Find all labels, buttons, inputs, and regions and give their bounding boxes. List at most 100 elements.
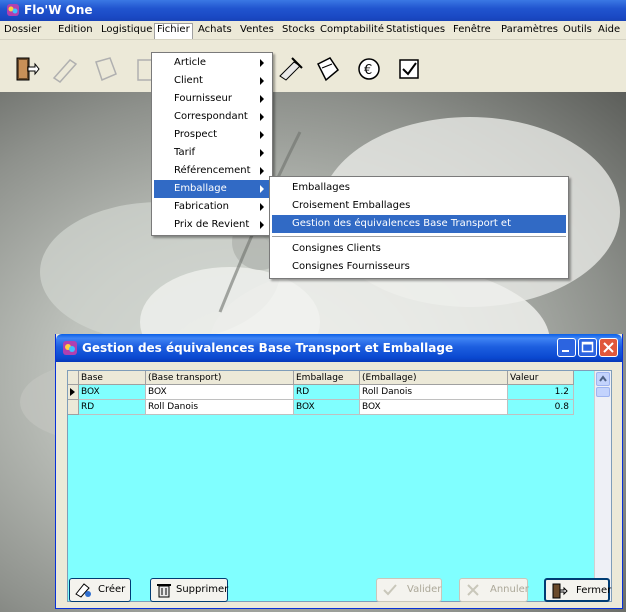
submenu-item-consignes-clients[interactable]: Consignes Clients xyxy=(272,240,566,258)
supprimer-button[interactable]: Supprimer xyxy=(150,578,228,602)
column-header-base-transport-desc[interactable]: (Base transport) xyxy=(146,371,294,385)
table-cell: Roll Danois xyxy=(360,385,508,400)
menu-edition[interactable]: Edition xyxy=(58,24,93,38)
euro-tool-icon[interactable]: € xyxy=(354,54,384,84)
menu-stocks[interactable]: Stocks xyxy=(282,24,315,38)
menu-comptabilite[interactable]: Comptabilité xyxy=(320,24,384,38)
dialog-title: Gestion des équivalences Base Transport … xyxy=(82,341,454,355)
current-row-arrow-icon xyxy=(70,388,75,396)
row-selector-current[interactable] xyxy=(68,385,79,400)
menu-item-tarif[interactable]: Tarif xyxy=(154,144,270,162)
table-cell[interactable]: 1.2 xyxy=(508,385,574,400)
menu-item-article[interactable]: Article xyxy=(154,54,270,72)
table-cell: BOX xyxy=(146,385,294,400)
menu-achats[interactable]: Achats xyxy=(198,24,232,38)
maximize-button[interactable] xyxy=(578,338,597,357)
toolbar: € xyxy=(0,40,626,92)
tool-disabled-icon[interactable] xyxy=(50,54,80,84)
app-title: Flo'W One xyxy=(24,3,93,17)
chevron-up-icon xyxy=(599,375,607,382)
submenu-arrow-icon xyxy=(260,203,264,211)
fichier-dropdown: Article Client Fournisseur Correspondant… xyxy=(151,52,273,236)
delete-icon xyxy=(155,582,173,598)
app-titlebar: Flo'W One xyxy=(0,0,626,21)
table-cell[interactable]: RD xyxy=(294,385,360,400)
column-header-emballage-desc[interactable]: (Emballage) xyxy=(360,371,508,385)
menu-item-prospect[interactable]: Prospect xyxy=(154,126,270,144)
dialog-app-icon xyxy=(62,340,78,356)
submenu-arrow-icon xyxy=(260,221,264,229)
table-cell[interactable]: 0.8 xyxy=(508,400,574,415)
valider-button[interactable]: Valider xyxy=(376,578,442,602)
menu-logistique[interactable]: Logistique xyxy=(101,24,152,38)
menubar: Dossier Edition Logistique Fichier Achat… xyxy=(0,21,626,40)
cancel-icon xyxy=(464,582,482,598)
submenu-arrow-icon xyxy=(260,131,264,139)
equivalences-grid[interactable]: Base transport (Base transport) Emballag… xyxy=(67,370,612,602)
close-icon xyxy=(603,342,614,353)
edit-tool-icon[interactable] xyxy=(276,54,306,84)
menu-item-fournisseur[interactable]: Fournisseur xyxy=(154,90,270,108)
menu-outils[interactable]: Outils xyxy=(563,24,592,38)
minimize-icon xyxy=(562,350,569,352)
table-cell[interactable]: BOX xyxy=(294,400,360,415)
menu-item-client[interactable]: Client xyxy=(154,72,270,90)
submenu-arrow-icon xyxy=(260,59,264,67)
column-header-base-transport[interactable]: Base transport xyxy=(79,371,146,397)
fermer-button[interactable]: Fermer xyxy=(544,578,612,602)
menu-statistiques[interactable]: Statistiques xyxy=(386,24,445,38)
column-header-valeur[interactable]: Valeur xyxy=(508,371,574,385)
menu-dossier[interactable]: Dossier xyxy=(4,24,41,38)
submenu-arrow-icon xyxy=(260,167,264,175)
submenu-item-emballages[interactable]: Emballages xyxy=(272,179,566,197)
exit-door-icon[interactable] xyxy=(10,54,40,84)
maximize-icon xyxy=(581,341,594,353)
annuler-button[interactable]: Annuler xyxy=(459,578,529,602)
check-tool-icon[interactable] xyxy=(394,54,424,84)
menu-aide[interactable]: Aide xyxy=(598,24,620,38)
validate-icon xyxy=(381,582,399,598)
grid-vertical-scrollbar[interactable] xyxy=(594,371,611,601)
submenu-arrow-icon xyxy=(260,113,264,121)
annuler-label: Annuler xyxy=(490,584,529,595)
menu-item-prix-de-revient[interactable]: Prix de Revient xyxy=(154,216,270,234)
creer-label: Créer xyxy=(98,584,126,595)
row-selector[interactable] xyxy=(68,400,79,415)
menu-item-referencement[interactable]: Référencement xyxy=(154,162,270,180)
exit-door-icon xyxy=(550,583,568,599)
submenu-arrow-icon xyxy=(260,95,264,103)
supprimer-label: Supprimer xyxy=(176,584,229,595)
submenu-arrow-icon xyxy=(260,77,264,85)
menu-ventes[interactable]: Ventes xyxy=(240,24,274,38)
create-icon xyxy=(74,582,92,598)
grid-corner xyxy=(68,371,79,385)
menu-fenetre[interactable]: Fenêtre xyxy=(453,24,491,38)
menu-fichier[interactable]: Fichier xyxy=(154,23,193,39)
fermer-label: Fermer xyxy=(576,585,612,596)
tool-disabled-icon-2[interactable] xyxy=(90,54,120,84)
submenu-arrow-icon xyxy=(260,149,264,157)
menu-item-fabrication[interactable]: Fabrication xyxy=(154,198,270,216)
menu-item-correspondant[interactable]: Correspondant xyxy=(154,108,270,126)
submenu-arrow-icon xyxy=(260,185,264,193)
dialog-titlebar[interactable]: Gestion des équivalences Base Transport … xyxy=(56,334,622,362)
submenu-item-croisement-emballages[interactable]: Croisement Emballages xyxy=(272,197,566,215)
column-header-emballage[interactable]: Emballage xyxy=(294,371,360,385)
submenu-item-gestion-equivalences[interactable]: Gestion des équivalences Base Transport … xyxy=(272,215,566,247)
menu-parametres[interactable]: Paramètres xyxy=(501,24,558,38)
document-tool-icon[interactable] xyxy=(312,54,342,84)
table-cell[interactable]: RD xyxy=(79,400,146,415)
creer-button[interactable]: Créer xyxy=(69,578,131,602)
scroll-up-button[interactable] xyxy=(596,372,610,386)
valider-label: Valider xyxy=(407,584,442,595)
submenu-item-consignes-fournisseurs[interactable]: Consignes Fournisseurs xyxy=(272,258,566,276)
emballage-submenu: Emballages Croisement Emballages Gestion… xyxy=(269,176,569,279)
scroll-thumb[interactable] xyxy=(596,387,610,397)
menu-item-emballage[interactable]: Emballage xyxy=(154,180,270,198)
minimize-button[interactable] xyxy=(557,338,576,357)
table-cell[interactable]: BOX xyxy=(79,385,146,400)
table-cell: BOX xyxy=(360,400,508,415)
close-button[interactable] xyxy=(599,338,618,357)
table-cell: Roll Danois xyxy=(146,400,294,415)
menu-separator xyxy=(272,236,566,237)
